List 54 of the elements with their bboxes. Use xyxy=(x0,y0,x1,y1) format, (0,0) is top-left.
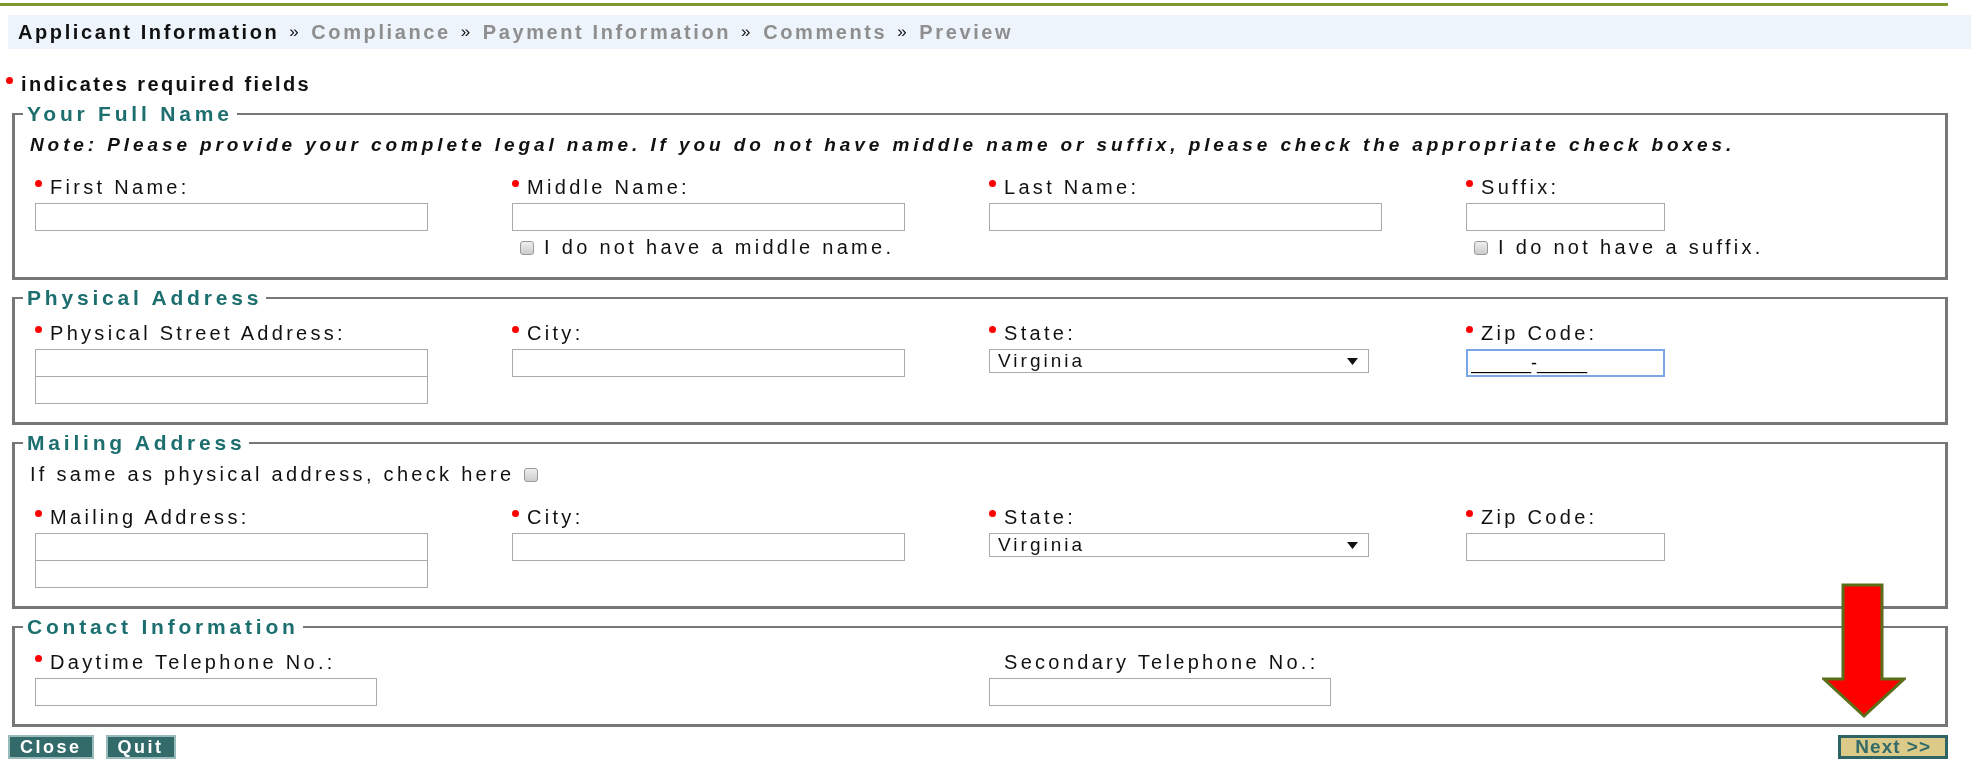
field-label: Suffix: xyxy=(1481,175,1560,199)
checkbox[interactable] xyxy=(1474,240,1488,255)
section-title: Your Full Name xyxy=(26,102,234,126)
text-field[interactable] xyxy=(1466,203,1665,231)
section-title: Contact Information xyxy=(26,615,300,639)
field-label: Physical Street Address: xyxy=(50,321,346,345)
phone-field[interactable] xyxy=(35,678,377,706)
section-title: Mailing Address xyxy=(26,431,247,455)
text-field[interactable] xyxy=(35,203,428,231)
text-field[interactable]: ______-_____ xyxy=(1466,349,1665,377)
text-field[interactable] xyxy=(1466,533,1665,561)
note-text: Note: Please provide your complete legal name. If you do not have middle name or suffix, please check the appropriate check boxes. xyxy=(30,134,1737,156)
checkbox-label: If same as physical address, check here xyxy=(30,463,515,486)
text-field[interactable] xyxy=(512,203,905,231)
caret-icon xyxy=(1347,541,1358,549)
text-field[interactable] xyxy=(512,533,905,561)
field-label: City: xyxy=(527,321,584,345)
checkbox-label: I do not have a middle name. xyxy=(544,236,895,259)
checkbox[interactable] xyxy=(520,240,534,255)
separator-icon: » xyxy=(741,22,754,42)
field-label: Zip Code: xyxy=(1481,321,1598,345)
field-label: City: xyxy=(527,505,584,529)
required-note: indicates required fields xyxy=(21,73,312,96)
separator-icon: » xyxy=(897,22,910,42)
checkbox-label: I do not have a suffix. xyxy=(1498,236,1764,259)
address-field[interactable] xyxy=(35,349,428,377)
field-label: State: xyxy=(1004,321,1077,345)
action-button[interactable]: Close xyxy=(8,735,94,759)
state-dropdown[interactable]: Virginia xyxy=(989,533,1369,557)
phone-field[interactable] xyxy=(989,678,1331,706)
field-label: Middle Name: xyxy=(527,175,690,199)
address-field[interactable] xyxy=(35,533,428,561)
text-field[interactable] xyxy=(512,349,905,377)
field-label: Last Name: xyxy=(1004,175,1140,199)
field-label: First Name: xyxy=(50,175,190,199)
checkbox[interactable] xyxy=(524,467,539,482)
separator-icon: » xyxy=(289,22,302,42)
text-field[interactable] xyxy=(989,203,1382,231)
field-label: Zip Code: xyxy=(1481,505,1598,529)
field-label: State: xyxy=(1004,505,1077,529)
field-label: Daytime Telephone No.: xyxy=(50,650,336,674)
address-field[interactable] xyxy=(35,376,428,404)
state-dropdown[interactable]: Virginia xyxy=(989,349,1369,373)
breadcrumb-step[interactable]: Applicant Information xyxy=(18,20,280,44)
address-field[interactable] xyxy=(35,560,428,588)
section-title: Physical Address xyxy=(26,286,264,310)
down-arrow-icon xyxy=(1822,583,1906,718)
action-button[interactable]: Quit xyxy=(105,735,176,759)
caret-icon xyxy=(1347,357,1358,365)
required-icon xyxy=(6,77,13,84)
next-button[interactable]: Next >> xyxy=(1838,735,1948,759)
field-label: Secondary Telephone No.: xyxy=(1004,650,1319,674)
field-label: Mailing Address: xyxy=(50,505,250,529)
separator-icon: » xyxy=(460,22,473,42)
